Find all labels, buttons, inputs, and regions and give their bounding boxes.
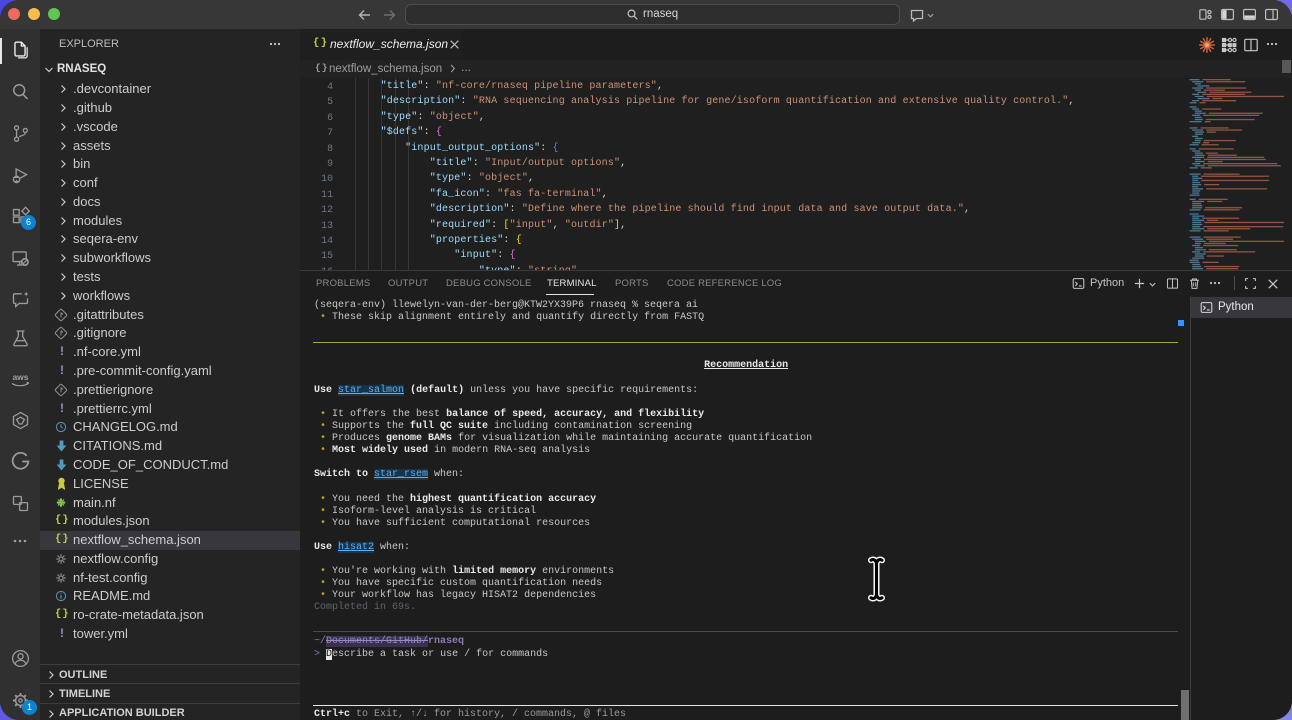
svg-text:❉: ❉ — [56, 497, 65, 509]
svg-text:aws: aws — [12, 372, 28, 382]
